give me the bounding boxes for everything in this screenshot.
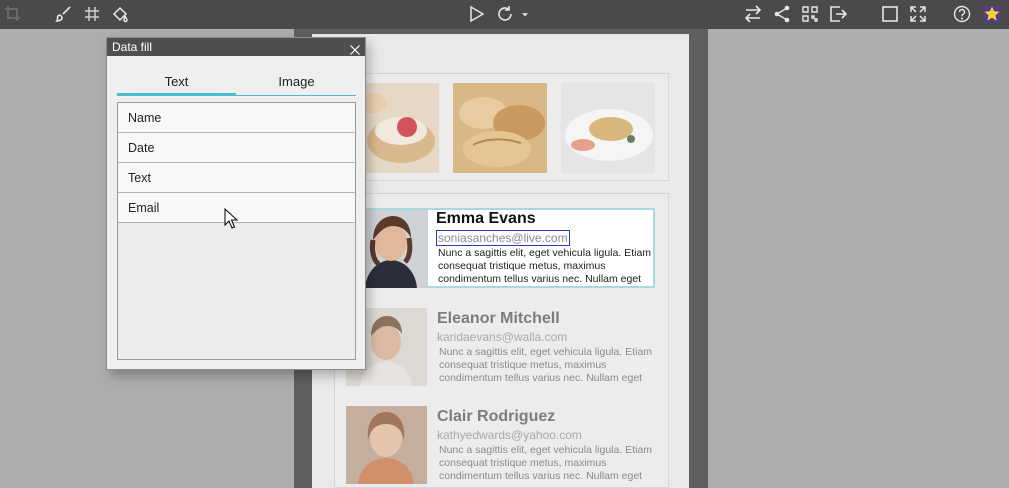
- top-toolbar: [0, 0, 1009, 29]
- qr-code-icon[interactable]: [799, 3, 821, 25]
- close-icon[interactable]: [349, 41, 361, 55]
- dessert-photo[interactable]: [359, 83, 439, 173]
- fullscreen-icon[interactable]: [907, 3, 929, 25]
- refresh-icon[interactable]: [494, 3, 516, 25]
- person-name[interactable]: Clair Rodriguez: [437, 408, 555, 426]
- export-icon[interactable]: [827, 3, 849, 25]
- person-description[interactable]: Nunc a sagittis elit, eget vehicula ligu…: [439, 346, 659, 385]
- person-email[interactable]: karidaevans@walla.com: [437, 330, 567, 344]
- dish-photo[interactable]: [561, 83, 655, 173]
- star-icon[interactable]: [981, 3, 1003, 25]
- play-icon[interactable]: [465, 3, 487, 25]
- dropdown-arrow-icon[interactable]: [518, 3, 532, 25]
- grid-icon[interactable]: [81, 3, 103, 25]
- person-email[interactable]: kathyedwards@yahoo.com: [437, 428, 582, 442]
- person-card-selected[interactable]: Emma Evans soniasanches@live.com Nunc a …: [345, 208, 655, 288]
- brush-icon[interactable]: [53, 3, 75, 25]
- person-name[interactable]: Eleanor Mitchell: [437, 310, 560, 328]
- dialog-title[interactable]: Data fill: [107, 38, 365, 56]
- field-item-name[interactable]: Name: [118, 103, 355, 133]
- person-name[interactable]: Emma Evans: [436, 210, 536, 228]
- field-list: Name Date Text Email: [117, 102, 356, 360]
- share-icon[interactable]: [771, 3, 793, 25]
- avatar[interactable]: [346, 406, 427, 484]
- data-fill-dialog: Data fill Text Image Name Date Text Emai…: [106, 37, 366, 370]
- field-item-text[interactable]: Text: [118, 163, 355, 193]
- person-description[interactable]: Nunc a sagittis elit, eget vehicula ligu…: [438, 247, 658, 286]
- field-item-date[interactable]: Date: [118, 133, 355, 163]
- person-description[interactable]: Nunc a sagittis elit, eget vehicula ligu…: [439, 444, 659, 483]
- person-email[interactable]: soniasanches@live.com: [436, 230, 570, 246]
- data-fill-tabs: Text Image: [117, 74, 356, 96]
- person-card[interactable]: Clair Rodriguez kathyedwards@yahoo.com N…: [346, 406, 656, 486]
- paint-bucket-icon[interactable]: [109, 3, 131, 25]
- swap-icon[interactable]: [742, 3, 764, 25]
- crop-icon[interactable]: [2, 3, 24, 25]
- help-icon[interactable]: [951, 3, 973, 25]
- tab-image[interactable]: Image: [237, 74, 356, 96]
- person-card[interactable]: Eleanor Mitchell karidaevans@walla.com N…: [346, 308, 656, 388]
- window-icon[interactable]: [879, 3, 901, 25]
- mouse-cursor-icon: [224, 207, 239, 230]
- bread-photo[interactable]: [453, 83, 547, 173]
- tab-text[interactable]: Text: [117, 74, 236, 96]
